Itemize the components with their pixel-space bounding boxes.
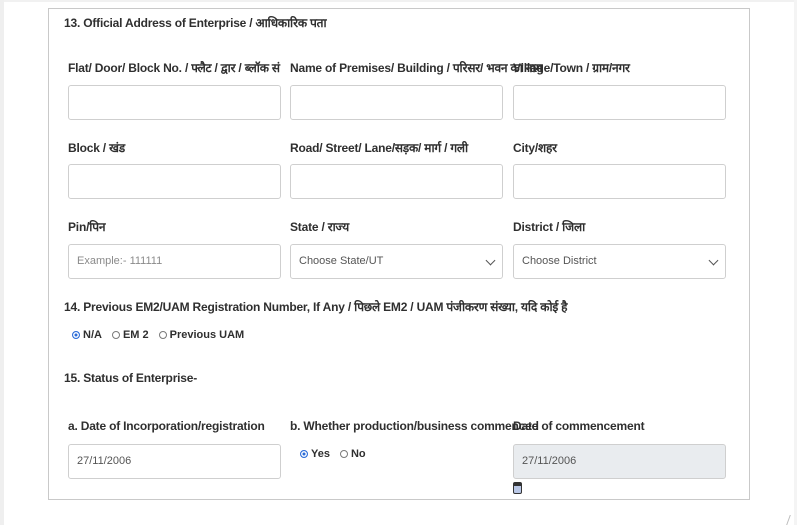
state-select-value: Choose State/UT [299,255,384,267]
radio-dot[interactable] [158,331,167,339]
premises-label: Name of Premises/ Building / परिसर/ भवन … [290,61,543,75]
section-14-heading: 14. Previous EM2/UAM Registration Number… [64,300,568,314]
production-radio-group: Yes No [300,448,376,460]
village-label: Village/Town / ग्राम/नगर [513,61,630,75]
radio-em2[interactable]: EM 2 [111,329,149,341]
block-label: Block / खंड [68,141,125,155]
flat-input[interactable] [68,85,281,120]
radio-na-label: N/A [83,329,102,341]
incorporation-date-label: a. Date of Incorporation/registration [68,419,265,433]
flat-label: Flat/ Door/ Block No. / फ्लैट / द्वार / … [68,61,280,75]
radio-no-label: No [350,448,366,460]
pin-input[interactable]: Example:- 111111 [68,244,281,279]
production-commenced-label: b. Whether production/business commenced [290,419,539,433]
city-input[interactable] [513,164,726,199]
radio-previous-uam[interactable]: Previous UAM [158,329,245,341]
address-form-card: 13. Official Address of Enterprise / आधि… [48,8,750,500]
radio-dot-selected[interactable] [72,331,80,339]
district-select[interactable]: Choose District [513,244,726,279]
radio-yes[interactable]: Yes [300,448,330,460]
village-input[interactable] [513,85,726,120]
radio-dot[interactable] [111,331,120,339]
radio-dot[interactable] [339,450,348,458]
state-select[interactable]: Choose State/UT [290,244,503,279]
radio-dot-selected[interactable] [300,450,308,458]
chevron-down-icon [708,255,719,266]
road-label: Road/ Street/ Lane/सड़क/ मार्ग / गली [290,141,468,155]
block-input[interactable] [68,164,281,199]
radio-previous-uam-label: Previous UAM [169,329,245,341]
radio-yes-label: Yes [311,448,330,460]
city-label: City/शहर [513,141,557,155]
section-13-heading: 13. Official Address of Enterprise / आधि… [64,16,327,30]
radio-em2-label: EM 2 [122,329,149,341]
radio-na[interactable]: N/A [72,329,102,341]
state-label: State / राज्य [290,220,349,234]
premises-input[interactable] [290,85,503,120]
commencement-date-input: 27/11/2006 [513,444,726,479]
top-band [0,0,797,2]
district-select-value: Choose District [522,255,597,267]
road-input[interactable] [290,164,503,199]
left-edge [0,0,4,525]
calendar-icon[interactable] [513,482,522,494]
commencement-date-label: Date of commencement [513,419,645,433]
pin-label: Pin/पिन [68,220,106,234]
section-15-heading: 15. Status of Enterprise- [64,371,198,385]
previous-registration-radio-group: N/A EM 2 Previous UAM [72,329,254,341]
district-label: District / जिला [513,220,586,234]
chevron-down-icon [485,255,496,266]
radio-no[interactable]: No [339,448,366,460]
incorporation-date-input[interactable]: 27/11/2006 [68,444,281,479]
